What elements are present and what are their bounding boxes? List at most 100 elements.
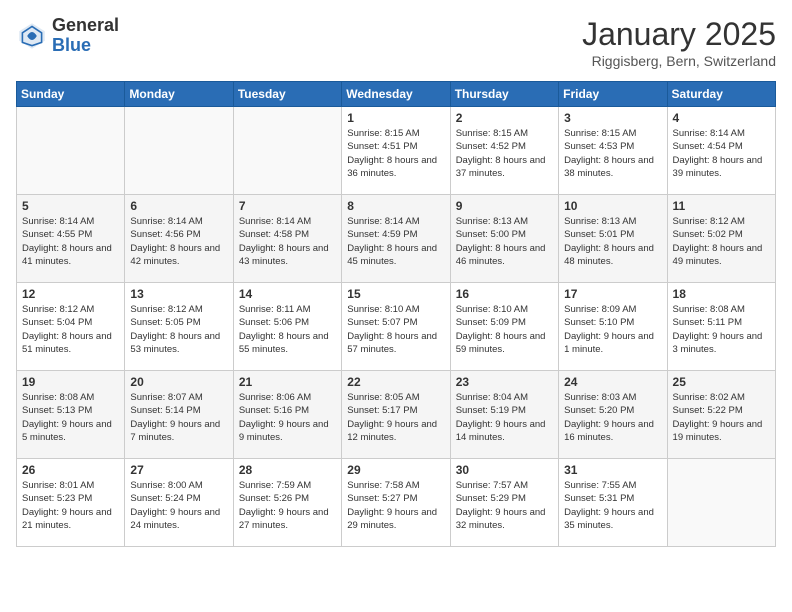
day-detail: Sunrise: 8:02 AM Sunset: 5:22 PM Dayligh… <box>673 391 770 444</box>
calendar-day-cell: 1 Sunrise: 8:15 AM Sunset: 4:51 PM Daylig… <box>342 107 450 195</box>
day-number: 24 <box>564 375 661 389</box>
calendar-day-cell: 10 Sunrise: 8:13 AM Sunset: 5:01 PM Dayli… <box>559 195 667 283</box>
day-detail: Sunrise: 8:10 AM Sunset: 5:09 PM Dayligh… <box>456 303 553 356</box>
day-detail: Sunrise: 8:14 AM Sunset: 4:56 PM Dayligh… <box>130 215 227 268</box>
day-number: 12 <box>22 287 119 301</box>
day-number: 25 <box>673 375 770 389</box>
day-detail: Sunrise: 8:06 AM Sunset: 5:16 PM Dayligh… <box>239 391 336 444</box>
day-detail: Sunrise: 8:14 AM Sunset: 4:55 PM Dayligh… <box>22 215 119 268</box>
calendar-day-cell: 29Sunrise: 7:58 AM Sunset: 5:27 PM Dayli… <box>342 459 450 547</box>
day-number: 5 <box>22 199 119 213</box>
day-number: 30 <box>456 463 553 477</box>
calendar-day-cell: 8 Sunrise: 8:14 AM Sunset: 4:59 PM Daylig… <box>342 195 450 283</box>
day-detail: Sunrise: 8:13 AM Sunset: 5:01 PM Dayligh… <box>564 215 661 268</box>
calendar-day-cell <box>17 107 125 195</box>
day-number: 3 <box>564 111 661 125</box>
day-number: 10 <box>564 199 661 213</box>
day-number: 7 <box>239 199 336 213</box>
day-number: 20 <box>130 375 227 389</box>
day-number: 19 <box>22 375 119 389</box>
calendar-week-row: 1 Sunrise: 8:15 AM Sunset: 4:51 PM Daylig… <box>17 107 776 195</box>
calendar-day-cell: 14 Sunrise: 8:11 AM Sunset: 5:06 PM Dayli… <box>233 283 341 371</box>
day-detail: Sunrise: 8:12 AM Sunset: 5:04 PM Dayligh… <box>22 303 119 356</box>
page-header: General Blue January 2025 Riggisberg, Be… <box>16 16 776 69</box>
calendar-day-cell: 18Sunrise: 8:08 AM Sunset: 5:11 PM Dayli… <box>667 283 775 371</box>
day-detail: Sunrise: 8:15 AM Sunset: 4:53 PM Dayligh… <box>564 127 661 180</box>
day-number: 23 <box>456 375 553 389</box>
weekday-header: Tuesday <box>233 82 341 107</box>
calendar-day-cell: 27 Sunrise: 8:00 AM Sunset: 5:24 PM Dayli… <box>125 459 233 547</box>
day-number: 17 <box>564 287 661 301</box>
day-detail: Sunrise: 8:07 AM Sunset: 5:14 PM Dayligh… <box>130 391 227 444</box>
day-detail: Sunrise: 8:14 AM Sunset: 4:54 PM Dayligh… <box>673 127 770 180</box>
day-detail: Sunrise: 8:15 AM Sunset: 4:52 PM Dayligh… <box>456 127 553 180</box>
calendar-day-cell: 31Sunrise: 7:55 AM Sunset: 5:31 PM Dayli… <box>559 459 667 547</box>
calendar-day-cell: 3 Sunrise: 8:15 AM Sunset: 4:53 PM Daylig… <box>559 107 667 195</box>
day-detail: Sunrise: 8:05 AM Sunset: 5:17 PM Dayligh… <box>347 391 444 444</box>
calendar-day-cell: 4 Sunrise: 8:14 AM Sunset: 4:54 PM Daylig… <box>667 107 775 195</box>
calendar-day-cell: 7Sunrise: 8:14 AM Sunset: 4:58 PM Daylig… <box>233 195 341 283</box>
logo-icon <box>16 20 48 52</box>
day-detail: Sunrise: 8:14 AM Sunset: 4:59 PM Dayligh… <box>347 215 444 268</box>
calendar-day-cell: 25 Sunrise: 8:02 AM Sunset: 5:22 PM Dayli… <box>667 371 775 459</box>
weekday-header: Monday <box>125 82 233 107</box>
calendar-week-row: 5 Sunrise: 8:14 AM Sunset: 4:55 PM Daylig… <box>17 195 776 283</box>
day-detail: Sunrise: 8:00 AM Sunset: 5:24 PM Dayligh… <box>130 479 227 532</box>
calendar-subtitle: Riggisberg, Bern, Switzerland <box>582 53 776 69</box>
day-detail: Sunrise: 7:59 AM Sunset: 5:26 PM Dayligh… <box>239 479 336 532</box>
day-number: 15 <box>347 287 444 301</box>
calendar-day-cell: 15Sunrise: 8:10 AM Sunset: 5:07 PM Dayli… <box>342 283 450 371</box>
calendar-day-cell: 11 Sunrise: 8:12 AM Sunset: 5:02 PM Dayli… <box>667 195 775 283</box>
calendar-week-row: 26 Sunrise: 8:01 AM Sunset: 5:23 PM Dayli… <box>17 459 776 547</box>
calendar-day-cell: 6 Sunrise: 8:14 AM Sunset: 4:56 PM Daylig… <box>125 195 233 283</box>
weekday-header: Sunday <box>17 82 125 107</box>
calendar-day-cell <box>125 107 233 195</box>
calendar-day-cell: 24Sunrise: 8:03 AM Sunset: 5:20 PM Dayli… <box>559 371 667 459</box>
calendar-day-cell: 20 Sunrise: 8:07 AM Sunset: 5:14 PM Dayli… <box>125 371 233 459</box>
calendar-day-cell: 5 Sunrise: 8:14 AM Sunset: 4:55 PM Daylig… <box>17 195 125 283</box>
day-number: 27 <box>130 463 227 477</box>
calendar-day-cell: 17 Sunrise: 8:09 AM Sunset: 5:10 PM Dayli… <box>559 283 667 371</box>
day-number: 28 <box>239 463 336 477</box>
calendar-day-cell: 23Sunrise: 8:04 AM Sunset: 5:19 PM Dayli… <box>450 371 558 459</box>
day-number: 26 <box>22 463 119 477</box>
day-number: 1 <box>347 111 444 125</box>
day-detail: Sunrise: 7:55 AM Sunset: 5:31 PM Dayligh… <box>564 479 661 532</box>
logo-blue: Blue <box>52 36 119 56</box>
day-number: 14 <box>239 287 336 301</box>
day-detail: Sunrise: 8:12 AM Sunset: 5:05 PM Dayligh… <box>130 303 227 356</box>
day-detail: Sunrise: 8:11 AM Sunset: 5:06 PM Dayligh… <box>239 303 336 356</box>
weekday-header: Friday <box>559 82 667 107</box>
calendar-week-row: 19 Sunrise: 8:08 AM Sunset: 5:13 PM Dayli… <box>17 371 776 459</box>
day-detail: Sunrise: 8:15 AM Sunset: 4:51 PM Dayligh… <box>347 127 444 180</box>
calendar-day-cell: 12 Sunrise: 8:12 AM Sunset: 5:04 PM Dayli… <box>17 283 125 371</box>
weekday-header: Saturday <box>667 82 775 107</box>
weekday-header: Wednesday <box>342 82 450 107</box>
day-number: 6 <box>130 199 227 213</box>
day-number: 11 <box>673 199 770 213</box>
day-detail: Sunrise: 7:57 AM Sunset: 5:29 PM Dayligh… <box>456 479 553 532</box>
calendar-day-cell: 21 Sunrise: 8:06 AM Sunset: 5:16 PM Dayli… <box>233 371 341 459</box>
logo-text: General Blue <box>52 16 119 56</box>
day-detail: Sunrise: 8:08 AM Sunset: 5:13 PM Dayligh… <box>22 391 119 444</box>
calendar-day-cell: 28 Sunrise: 7:59 AM Sunset: 5:26 PM Dayli… <box>233 459 341 547</box>
day-number: 2 <box>456 111 553 125</box>
day-detail: Sunrise: 7:58 AM Sunset: 5:27 PM Dayligh… <box>347 479 444 532</box>
calendar-day-cell: 26 Sunrise: 8:01 AM Sunset: 5:23 PM Dayli… <box>17 459 125 547</box>
day-number: 16 <box>456 287 553 301</box>
day-number: 21 <box>239 375 336 389</box>
day-detail: Sunrise: 8:01 AM Sunset: 5:23 PM Dayligh… <box>22 479 119 532</box>
day-detail: Sunrise: 8:13 AM Sunset: 5:00 PM Dayligh… <box>456 215 553 268</box>
weekday-header: Thursday <box>450 82 558 107</box>
day-number: 8 <box>347 199 444 213</box>
day-number: 9 <box>456 199 553 213</box>
day-detail: Sunrise: 8:09 AM Sunset: 5:10 PM Dayligh… <box>564 303 661 356</box>
logo-general: General <box>52 16 119 36</box>
day-number: 4 <box>673 111 770 125</box>
calendar-day-cell: 22Sunrise: 8:05 AM Sunset: 5:17 PM Dayli… <box>342 371 450 459</box>
day-number: 18 <box>673 287 770 301</box>
day-detail: Sunrise: 8:12 AM Sunset: 5:02 PM Dayligh… <box>673 215 770 268</box>
calendar-day-cell: 13Sunrise: 8:12 AM Sunset: 5:05 PM Dayli… <box>125 283 233 371</box>
calendar-title: January 2025 <box>582 16 776 53</box>
calendar-day-cell: 19 Sunrise: 8:08 AM Sunset: 5:13 PM Dayli… <box>17 371 125 459</box>
